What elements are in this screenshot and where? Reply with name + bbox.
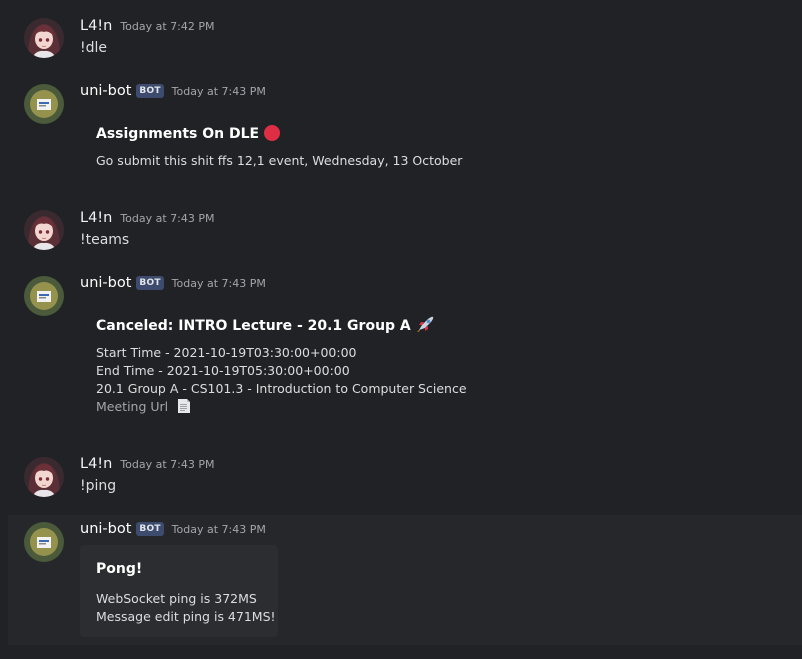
embed-description: Go submit this shit ffs 12,1 event, Wedn…: [96, 152, 462, 170]
username[interactable]: uni-bot: [80, 83, 131, 99]
embed: Canceled: INTRO Lecture - 20.1 Group A S…: [80, 299, 780, 419]
embed: Pong! WebSocket ping is 372MS Message ed…: [80, 545, 278, 637]
embed: Assignments On DLE Go submit this shit f…: [80, 107, 780, 177]
timestamp: Today at 7:43 PM: [171, 523, 266, 536]
bot-tag: BOT: [136, 522, 164, 536]
embed-line: Go submit this shit ffs 12,1 event, Wedn…: [96, 153, 463, 168]
embed-title-text: Assignments On DLE: [96, 126, 260, 142]
meeting-link-line: Meeting Url: [96, 398, 467, 416]
embed-line: Message edit ping is 471MS!: [96, 609, 276, 624]
bot-avatar[interactable]: [24, 84, 64, 124]
timestamp: Today at 7:43 PM: [171, 85, 266, 98]
username[interactable]: L4!n: [80, 18, 112, 34]
timestamp: Today at 7:43 PM: [120, 212, 215, 225]
message-user: L4!n Today at 7:42 PM !dle: [0, 12, 802, 66]
bot-tag: BOT: [136, 276, 164, 290]
embed-title: Pong!: [96, 561, 142, 577]
embed-line: End Time - 2021-10-19T05:30:00+00:00: [96, 363, 350, 378]
red-circle-icon: [263, 123, 281, 145]
username[interactable]: L4!n: [80, 456, 112, 472]
page-icon: [176, 398, 192, 416]
rocket-icon: [415, 315, 435, 337]
embed-description: Start Time - 2021-10-19T03:30:00+00:00 E…: [96, 344, 467, 416]
embed-line: Start Time - 2021-10-19T03:30:00+00:00: [96, 345, 357, 360]
timestamp: Today at 7:42 PM: [120, 20, 215, 33]
embed-description: WebSocket ping is 372MS Message edit pin…: [96, 590, 276, 626]
embed-title-text: Pong!: [96, 561, 143, 577]
avatar[interactable]: [24, 457, 64, 497]
embed-title: Assignments On DLE: [96, 123, 281, 145]
username[interactable]: L4!n: [80, 210, 112, 226]
embed-line: 20.1 Group A - CS101.3 - Introduction to…: [96, 381, 467, 396]
embed-title: Canceled: INTRO Lecture - 20.1 Group A: [96, 315, 435, 337]
username[interactable]: uni-bot: [80, 521, 131, 537]
meeting-url-link[interactable]: Meeting Url: [96, 399, 168, 414]
avatar[interactable]: [24, 18, 64, 58]
avatar[interactable]: [24, 210, 64, 250]
message-bot: uni-bot BOT Today at 7:43 PM Canceled: I…: [0, 269, 802, 429]
embed-title-text: Canceled: INTRO Lecture - 20.1 Group A: [96, 318, 411, 334]
message-text: !ping: [80, 478, 117, 494]
timestamp: Today at 7:43 PM: [171, 277, 266, 290]
message-user: L4!n Today at 7:43 PM !ping: [0, 450, 802, 506]
chat-messages: L4!n Today at 7:42 PM !dle uni-bot BOT T…: [0, 0, 802, 659]
bot-tag: BOT: [136, 84, 164, 98]
message-text: !dle: [80, 40, 108, 56]
bot-avatar[interactable]: [24, 276, 64, 316]
message-bot: uni-bot BOT Today at 7:43 PM Pong! WebSo…: [8, 515, 802, 645]
bot-avatar[interactable]: [24, 522, 64, 562]
username[interactable]: uni-bot: [80, 275, 131, 291]
message-bot: uni-bot BOT Today at 7:43 PM Assignments…: [0, 77, 802, 187]
message-user: L4!n Today at 7:43 PM !teams: [0, 204, 802, 260]
timestamp: Today at 7:43 PM: [120, 458, 215, 471]
message-text: !teams: [80, 232, 130, 248]
embed-line: WebSocket ping is 372MS: [96, 591, 257, 606]
